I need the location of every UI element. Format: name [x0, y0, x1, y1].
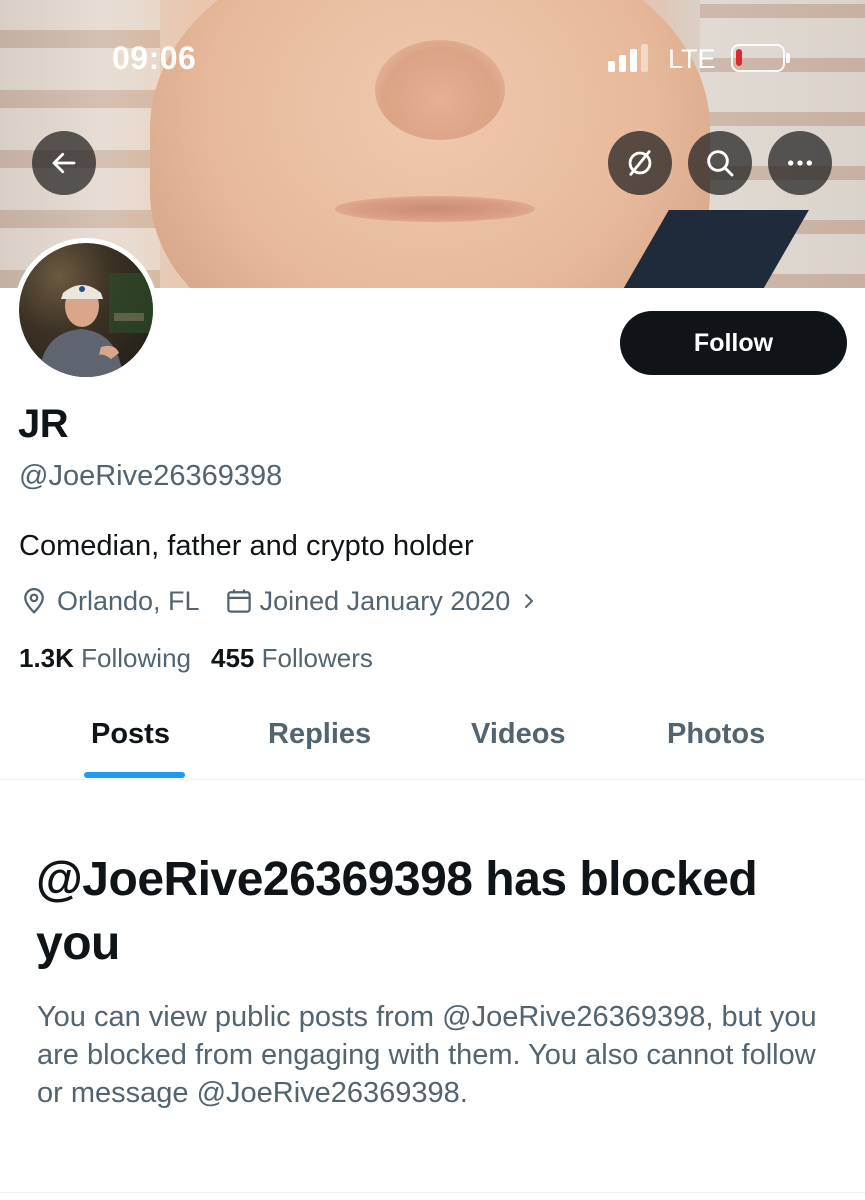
followers-link[interactable]: 455 Followers	[211, 643, 373, 674]
back-button[interactable]	[32, 131, 96, 195]
chevron-right-icon[interactable]	[520, 589, 538, 613]
tab-photos[interactable]: Photos	[667, 718, 765, 751]
slash-circle-icon	[628, 150, 652, 176]
follow-button[interactable]: Follow	[620, 311, 847, 375]
display-name: JR	[18, 402, 69, 446]
avatar-figure	[39, 273, 153, 377]
network-type: LTE	[668, 44, 716, 74]
divider	[0, 1192, 865, 1193]
profile-bio: Comedian, father and crypto holder	[19, 530, 474, 562]
search-button[interactable]	[688, 131, 752, 195]
followers-count: 455	[210, 643, 255, 673]
search-icon	[707, 150, 734, 177]
more-dots-icon	[788, 160, 812, 166]
arrow-left-icon	[52, 152, 76, 174]
battery-cap	[786, 53, 790, 63]
follow-counts: 1.3K Following 455 Followers	[19, 643, 373, 674]
profile-tabs: Posts Replies Videos Photos	[0, 700, 865, 780]
followers-label: Followers	[261, 643, 373, 673]
blocked-title: @JoeRive26369398 has blocked you	[36, 853, 758, 970]
location-pin-icon	[24, 588, 44, 614]
profile-joined[interactable]: Joined January 2020	[260, 586, 511, 617]
tab-replies[interactable]: Replies	[268, 718, 371, 751]
battery-icon	[731, 44, 785, 72]
battery-level	[736, 49, 742, 66]
tab-posts[interactable]: Posts	[91, 718, 170, 751]
active-tab-indicator	[84, 772, 185, 778]
avatar[interactable]	[14, 238, 158, 382]
following-link[interactable]: 1.3K Following	[19, 643, 191, 674]
following-count: 1.3K	[19, 643, 74, 673]
cellular-signal-icon	[608, 44, 652, 72]
grok-button[interactable]	[608, 131, 672, 195]
blocked-description: You can view public posts from @JoeRive2…	[37, 1001, 817, 1109]
profile-handle: @JoeRive26369398	[19, 460, 283, 492]
profile-location: Orlando, FL	[57, 585, 200, 616]
tab-videos[interactable]: Videos	[471, 718, 566, 751]
avatar-photo	[19, 243, 153, 377]
following-label: Following	[81, 643, 191, 673]
banner-nose	[375, 40, 505, 140]
profile-meta: Orlando, FL Joined January 2020	[19, 583, 538, 619]
more-button[interactable]	[768, 131, 832, 195]
status-time: 09:06	[112, 40, 197, 76]
calendar-icon	[226, 589, 251, 613]
banner-mouth	[335, 196, 535, 222]
